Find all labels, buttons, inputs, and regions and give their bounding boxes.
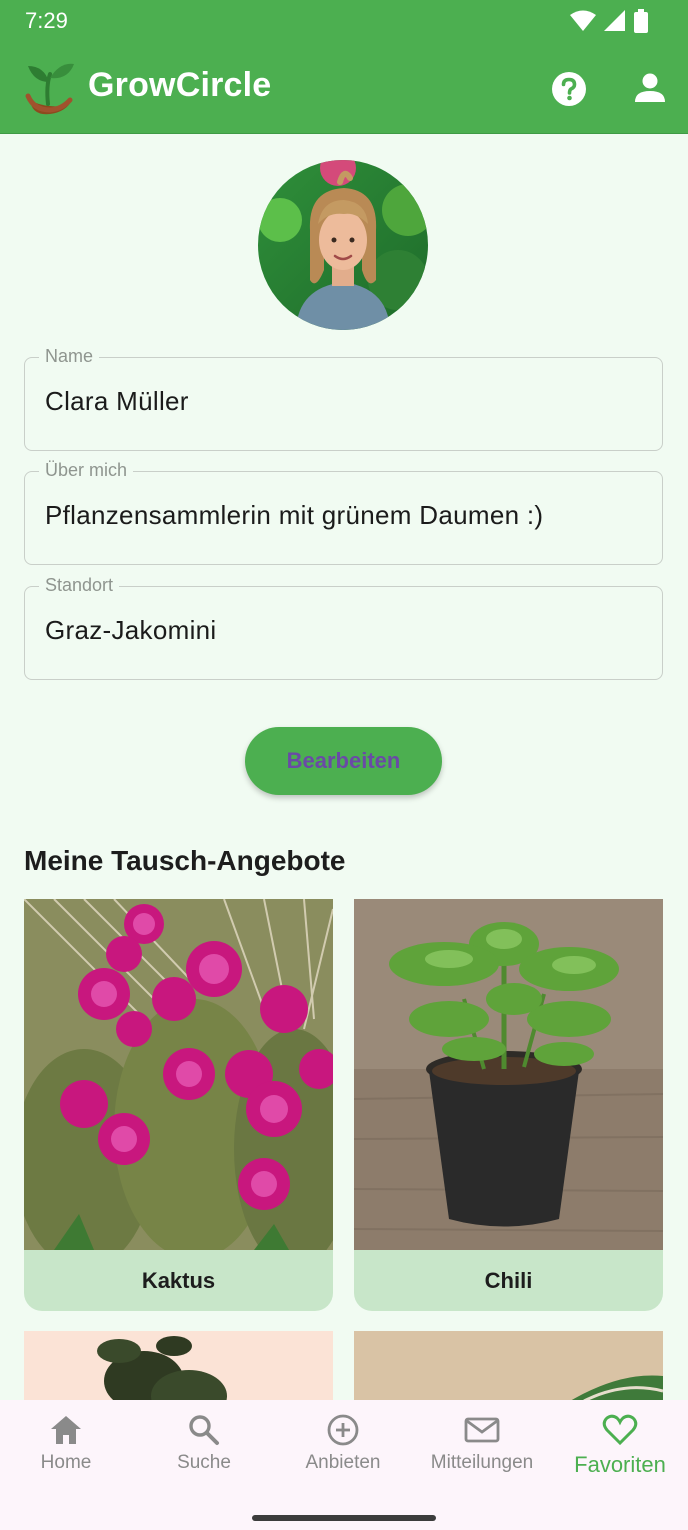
location-label: Standort	[39, 575, 120, 596]
offers-section-title: Meine Tausch-Angebote	[24, 845, 346, 876]
plant-image	[354, 1331, 663, 1411]
home-indicator	[252, 1515, 436, 1521]
home-icon	[51, 1416, 81, 1444]
cactus-image	[24, 899, 333, 1250]
add-circle-icon	[327, 1414, 359, 1446]
offer-card-partial[interactable]	[354, 1331, 663, 1411]
nav-favorites-label: Favoriten	[574, 1452, 666, 1477]
nav-offer[interactable]: Anbieten	[274, 1414, 412, 1474]
battery-icon	[634, 9, 648, 33]
bottom-navigation: Home Suche Anbieten Mitteilungen Favorit…	[0, 1400, 688, 1530]
search-icon	[189, 1415, 219, 1445]
app-bar: GrowCircle	[0, 40, 688, 134]
status-time: 7:29	[25, 8, 68, 33]
help-circle-icon[interactable]	[550, 70, 588, 108]
signal-icon	[604, 10, 625, 31]
about-field[interactable]: Über mich	[24, 460, 663, 565]
about-input[interactable]	[45, 500, 645, 531]
edit-button[interactable]: Bearbeiten	[245, 727, 442, 795]
screen: 7:29 GrowCircle Name Clara Müller Über m…	[0, 0, 688, 1530]
about-label: Über mich	[39, 460, 134, 481]
nav-offer-label: Anbieten	[305, 1452, 381, 1473]
chili-plant-image	[354, 899, 663, 1250]
growcircle-logo-icon	[25, 63, 74, 115]
nav-messages[interactable]: Mitteilungen	[413, 1414, 551, 1474]
offer-card-chili[interactable]: Chili	[354, 899, 663, 1311]
status-icons	[570, 9, 648, 33]
profile-avatar[interactable]	[258, 160, 428, 330]
offer-card-label: Chili	[484, 1268, 533, 1293]
ficus-image	[24, 1331, 333, 1411]
heart-icon	[602, 1414, 638, 1446]
nav-favorites[interactable]: Favoriten	[551, 1414, 688, 1478]
mail-icon	[464, 1417, 500, 1443]
app-title: GrowCircle	[88, 66, 272, 104]
offer-card-partial[interactable]	[24, 1331, 333, 1411]
nav-search[interactable]: Suche	[135, 1414, 273, 1474]
nav-home[interactable]: Home	[0, 1414, 135, 1474]
status-bar: 7:29	[0, 0, 688, 40]
nav-messages-label: Mitteilungen	[430, 1452, 534, 1473]
offer-card-label: Kaktus	[141, 1268, 216, 1293]
name-field[interactable]: Name	[24, 346, 663, 451]
wifi-icon	[570, 10, 596, 31]
nav-home-label: Home	[40, 1452, 92, 1473]
name-input[interactable]	[45, 386, 645, 417]
offer-card-kaktus[interactable]: Kaktus	[24, 899, 333, 1311]
nav-search-label: Suche	[177, 1452, 231, 1473]
location-input[interactable]	[45, 615, 645, 646]
person-icon[interactable]	[632, 70, 668, 106]
avatar-photo	[258, 160, 428, 330]
location-field[interactable]: Standort	[24, 575, 663, 680]
name-label: Name	[39, 346, 100, 367]
